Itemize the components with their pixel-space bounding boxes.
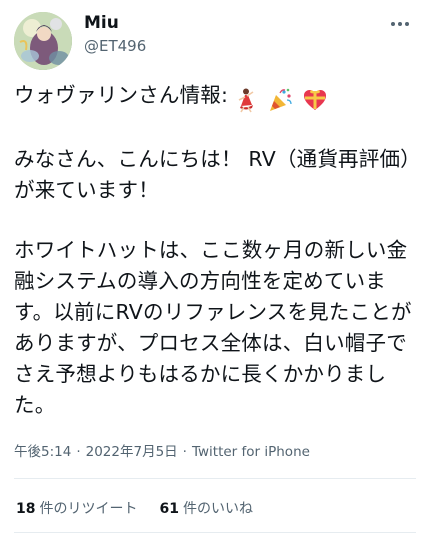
meta-separator: · [76,444,81,460]
likes-count: 61 [159,501,179,517]
more-options-icon[interactable] [388,14,412,34]
divider [14,532,416,533]
dancer-emoji [238,88,254,113]
tweet-line-1: ウォヴァリンさん情報: [14,80,422,115]
tweet-date[interactable]: 2022年7月5日 [86,444,178,460]
divider [14,478,416,479]
tweet-meta: 午後5:14 · 2022年7月5日 · Twitter for iPhone [14,440,310,460]
retweets-label: 件のリツイート [39,501,138,517]
avatar-image [14,12,72,70]
display-name[interactable]: Miu [84,13,119,33]
avatar[interactable] [14,12,72,70]
tweet-stats: 18 件のリツイート 61 件のいいね [16,498,253,518]
tweet-time[interactable]: 午後5:14 [14,444,71,460]
party-popper-emoji [269,88,292,111]
tweet-text: ウォヴァリンさん情報: みなさん、こんにちは！ RV（通貨再評価）が来ています！… [14,80,422,450]
retweets-count: 18 [16,501,36,517]
tweet-paragraph-2: みなさん、こんにちは！ RV（通貨再評価）が来ています！ [14,147,421,202]
tweet-line-1-text: ウォヴァリンさん情報: [14,83,229,107]
user-handle[interactable]: @ET496 [84,37,146,55]
tweet-paragraph-3: ホワイトハットは、ここ数ヶ月の新しい金融システムの導入の方向性を定めています。以… [14,238,412,417]
likes-stat[interactable]: 61 件のいいね [159,498,252,518]
emoji-row [232,84,329,115]
likes-label: 件のいいね [182,501,253,517]
tweet-client[interactable]: Twitter for iPhone [192,444,310,460]
retweets-stat[interactable]: 18 件のリツイート [16,498,137,518]
meta-separator: · [182,444,187,460]
heart-gift-emoji [303,90,326,110]
